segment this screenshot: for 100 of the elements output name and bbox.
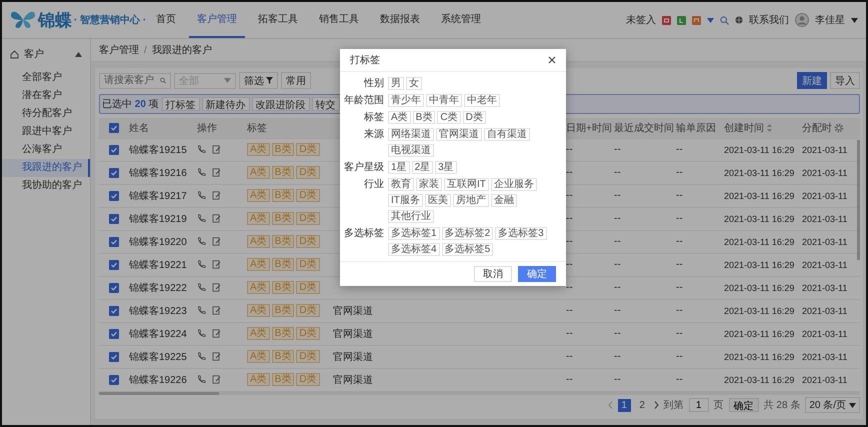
sidebar-item[interactable]: 待分配客户: [2, 105, 90, 123]
tag-option[interactable]: 3星: [435, 161, 457, 174]
batch-action-button[interactable]: 转交: [312, 96, 340, 111]
contact-us-link[interactable]: 联系我们: [749, 13, 789, 27]
tag-option[interactable]: D类: [462, 111, 486, 124]
search-field[interactable]: 请搜索客户: [99, 72, 171, 89]
tag-option[interactable]: 自有渠道: [484, 128, 530, 141]
tag-option[interactable]: 金融: [490, 194, 517, 207]
tag-option[interactable]: 互联网IT: [444, 178, 489, 191]
tag-option[interactable]: 其他行业: [388, 210, 434, 223]
row-checkbox[interactable]: [109, 306, 119, 316]
row-checkbox[interactable]: [109, 214, 119, 224]
import-button[interactable]: 导入: [830, 72, 860, 90]
row-checkbox[interactable]: [109, 236, 119, 247]
page-size-select[interactable]: 20 条/页: [805, 397, 860, 414]
tag-option[interactable]: 多选标签4: [388, 243, 440, 256]
nav-tab[interactable]: 数据报表: [372, 2, 428, 38]
source-cell-text: 官网渠道: [333, 350, 373, 364]
table-cell: --: [676, 167, 683, 178]
avatar-icon[interactable]: [795, 13, 809, 27]
caret-icon[interactable]: [851, 18, 858, 22]
next-page-icon[interactable]: [654, 401, 659, 410]
row-checkbox[interactable]: [109, 190, 119, 201]
batch-action-button[interactable]: 改跟进阶段: [252, 96, 310, 111]
note-icon[interactable]: [212, 306, 221, 316]
ok-button[interactable]: 确定: [518, 266, 556, 282]
tag-option[interactable]: 多选标签2: [442, 227, 494, 240]
note-icon[interactable]: [212, 145, 221, 154]
note-icon[interactable]: [212, 352, 221, 362]
batch-action-button[interactable]: 打标签: [162, 96, 200, 111]
select-all-checkbox[interactable]: [109, 122, 119, 133]
tag-option[interactable]: 男: [388, 77, 404, 90]
tag-option[interactable]: 青少年: [388, 94, 424, 107]
nav-tab[interactable]: 拓客工具: [250, 2, 306, 38]
note-icon[interactable]: [212, 168, 221, 178]
note-icon[interactable]: [212, 375, 221, 384]
tag-option[interactable]: 房地产: [452, 194, 489, 207]
quick-action-icon[interactable]: [692, 16, 701, 24]
column-header[interactable]: 创建时间: [724, 120, 764, 135]
tag-option[interactable]: B类: [412, 111, 436, 124]
tag-option[interactable]: IT服务: [388, 194, 423, 207]
tag-option[interactable]: 女: [406, 77, 422, 90]
tag-option[interactable]: 教育: [388, 178, 414, 191]
tag-option[interactable]: 家装: [416, 178, 442, 191]
sidebar-item[interactable]: 我协助的客户: [2, 177, 90, 195]
user-name[interactable]: 李佳星: [815, 13, 845, 27]
settings-icon[interactable]: [834, 122, 844, 133]
tag-option[interactable]: 多选标签3: [495, 227, 547, 240]
sidebar-group-header[interactable]: 客户: [2, 39, 90, 69]
sidebar-item[interactable]: 潜在客户: [2, 87, 90, 105]
confirm-page-button[interactable]: 确定: [728, 398, 759, 412]
caret-icon[interactable]: [707, 18, 714, 22]
sidebar-item[interactable]: 公海客户: [2, 141, 90, 159]
tag-option[interactable]: 电视渠道: [388, 144, 434, 157]
new-button[interactable]: 新建: [797, 72, 827, 90]
source-cell-text: 官网渠道: [333, 328, 373, 341]
sidebar-item[interactable]: 全部客户: [2, 69, 90, 87]
page-input[interactable]: 1: [688, 398, 709, 412]
horizontal-scrollbar[interactable]: [99, 392, 219, 396]
nav-tab[interactable]: 系统管理: [433, 2, 489, 38]
search-icon[interactable]: [720, 16, 729, 24]
row-checkbox[interactable]: [109, 282, 119, 293]
tag-option[interactable]: 1星: [388, 161, 410, 174]
row-checkbox[interactable]: [109, 168, 119, 178]
breadcrumb-item[interactable]: 客户管理: [99, 43, 139, 57]
cancel-button[interactable]: 取消: [474, 266, 512, 282]
tag-option[interactable]: 多选标签1: [388, 227, 440, 240]
nav-tab[interactable]: 首页: [148, 2, 184, 38]
tag-option[interactable]: 多选标签5: [442, 243, 494, 256]
tag-option[interactable]: 中老年: [464, 94, 500, 107]
note-icon[interactable]: [212, 237, 221, 246]
note-icon[interactable]: [212, 191, 221, 200]
nav-tab[interactable]: 销售工具: [311, 2, 367, 38]
tag-option[interactable]: 网络渠道: [388, 128, 434, 141]
vertical-scrollbar[interactable]: [857, 140, 860, 260]
close-icon[interactable]: [548, 56, 556, 64]
batch-action-button[interactable]: 新建待办: [202, 96, 250, 111]
tag-option[interactable]: C类: [437, 111, 461, 124]
row-checkbox[interactable]: [109, 144, 119, 155]
row-checkbox[interactable]: [109, 260, 119, 270]
tag-option[interactable]: 中青年: [426, 94, 462, 107]
page-button[interactable]: 2: [636, 398, 649, 412]
tag-option[interactable]: 医美: [424, 194, 451, 207]
common-button[interactable]: 常用: [281, 72, 311, 90]
sidebar-item[interactable]: 跟进中客户: [2, 123, 90, 141]
tag-option[interactable]: A类: [388, 111, 411, 124]
row-checkbox[interactable]: [109, 328, 119, 339]
note-icon[interactable]: [212, 283, 221, 292]
page-button[interactable]: 1: [618, 398, 631, 412]
tag-option[interactable]: 官网渠道: [436, 128, 482, 141]
table-cell: 2021-03-11: [802, 352, 848, 362]
row-checkbox[interactable]: [109, 352, 119, 362]
filter-button[interactable]: 筛选: [239, 72, 278, 90]
row-checkbox[interactable]: [109, 374, 119, 385]
note-icon[interactable]: [212, 329, 221, 338]
note-icon[interactable]: [212, 260, 221, 270]
note-icon[interactable]: [212, 214, 221, 224]
tag-option[interactable]: 2星: [412, 161, 434, 174]
quick-action-icon[interactable]: [662, 16, 671, 24]
tag-option[interactable]: 企业服务: [490, 178, 537, 191]
